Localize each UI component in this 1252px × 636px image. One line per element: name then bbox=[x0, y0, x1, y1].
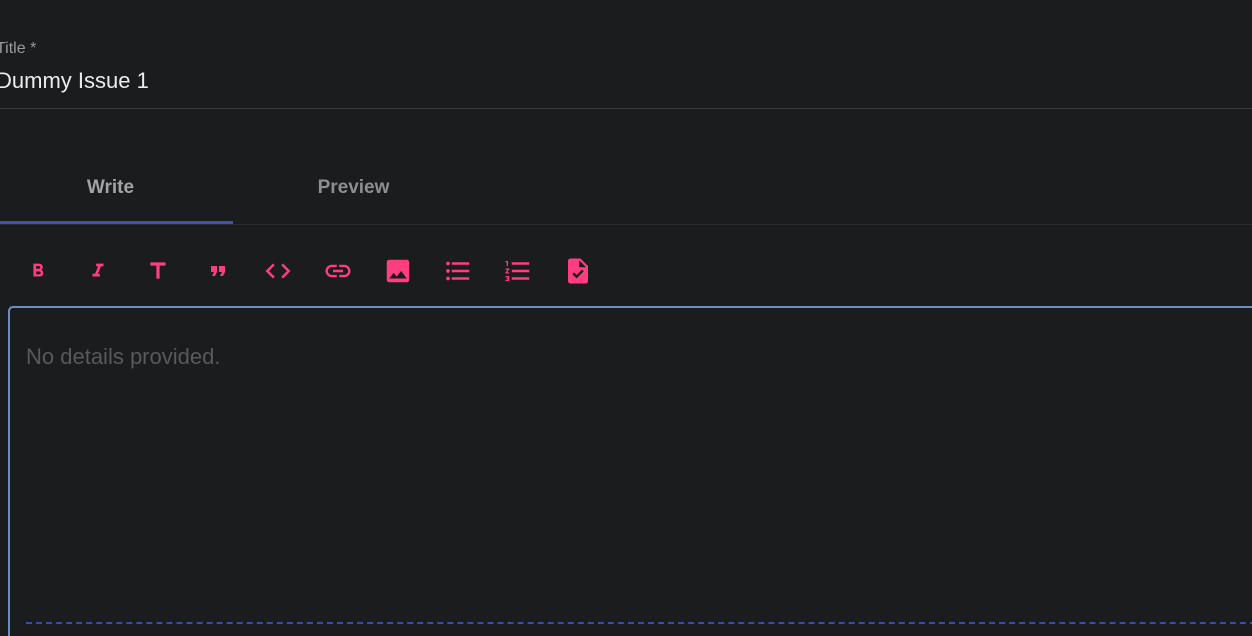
title-label: Title * bbox=[0, 40, 37, 57]
description-textarea[interactable] bbox=[26, 344, 1206, 584]
header-button[interactable] bbox=[140, 253, 176, 289]
markdown-toolbar bbox=[20, 252, 620, 290]
title-field[interactable]: Title * bbox=[0, 36, 1252, 109]
ordered-list-icon bbox=[505, 261, 530, 281]
header-icon bbox=[150, 262, 166, 279]
tab-write[interactable]: Write bbox=[0, 155, 227, 221]
quote-icon bbox=[211, 266, 225, 276]
bold-button[interactable] bbox=[20, 253, 56, 289]
italic-button[interactable] bbox=[80, 253, 116, 289]
quote-button[interactable] bbox=[200, 253, 236, 289]
link-button[interactable] bbox=[320, 253, 356, 289]
ordered-list-button[interactable] bbox=[500, 253, 536, 289]
title-input[interactable] bbox=[0, 68, 1196, 94]
editor-tabs: Write Preview bbox=[0, 155, 1252, 225]
checklist-button[interactable] bbox=[560, 253, 596, 289]
code-button[interactable] bbox=[260, 253, 296, 289]
checklist-icon bbox=[568, 258, 588, 284]
link-icon bbox=[325, 264, 351, 278]
active-tab-indicator bbox=[0, 221, 233, 224]
description-editor bbox=[8, 306, 1252, 636]
attachment-dropzone-divider bbox=[26, 622, 1252, 624]
bold-icon bbox=[33, 263, 44, 277]
unordered-list-button[interactable] bbox=[440, 253, 476, 289]
issue-form: Title * Write Preview bbox=[0, 0, 1252, 636]
code-icon bbox=[265, 263, 291, 279]
tab-preview[interactable]: Preview bbox=[237, 155, 470, 221]
italic-icon bbox=[92, 263, 104, 277]
image-icon bbox=[386, 259, 410, 283]
unordered-list-icon bbox=[446, 261, 470, 281]
image-button[interactable] bbox=[380, 253, 416, 289]
